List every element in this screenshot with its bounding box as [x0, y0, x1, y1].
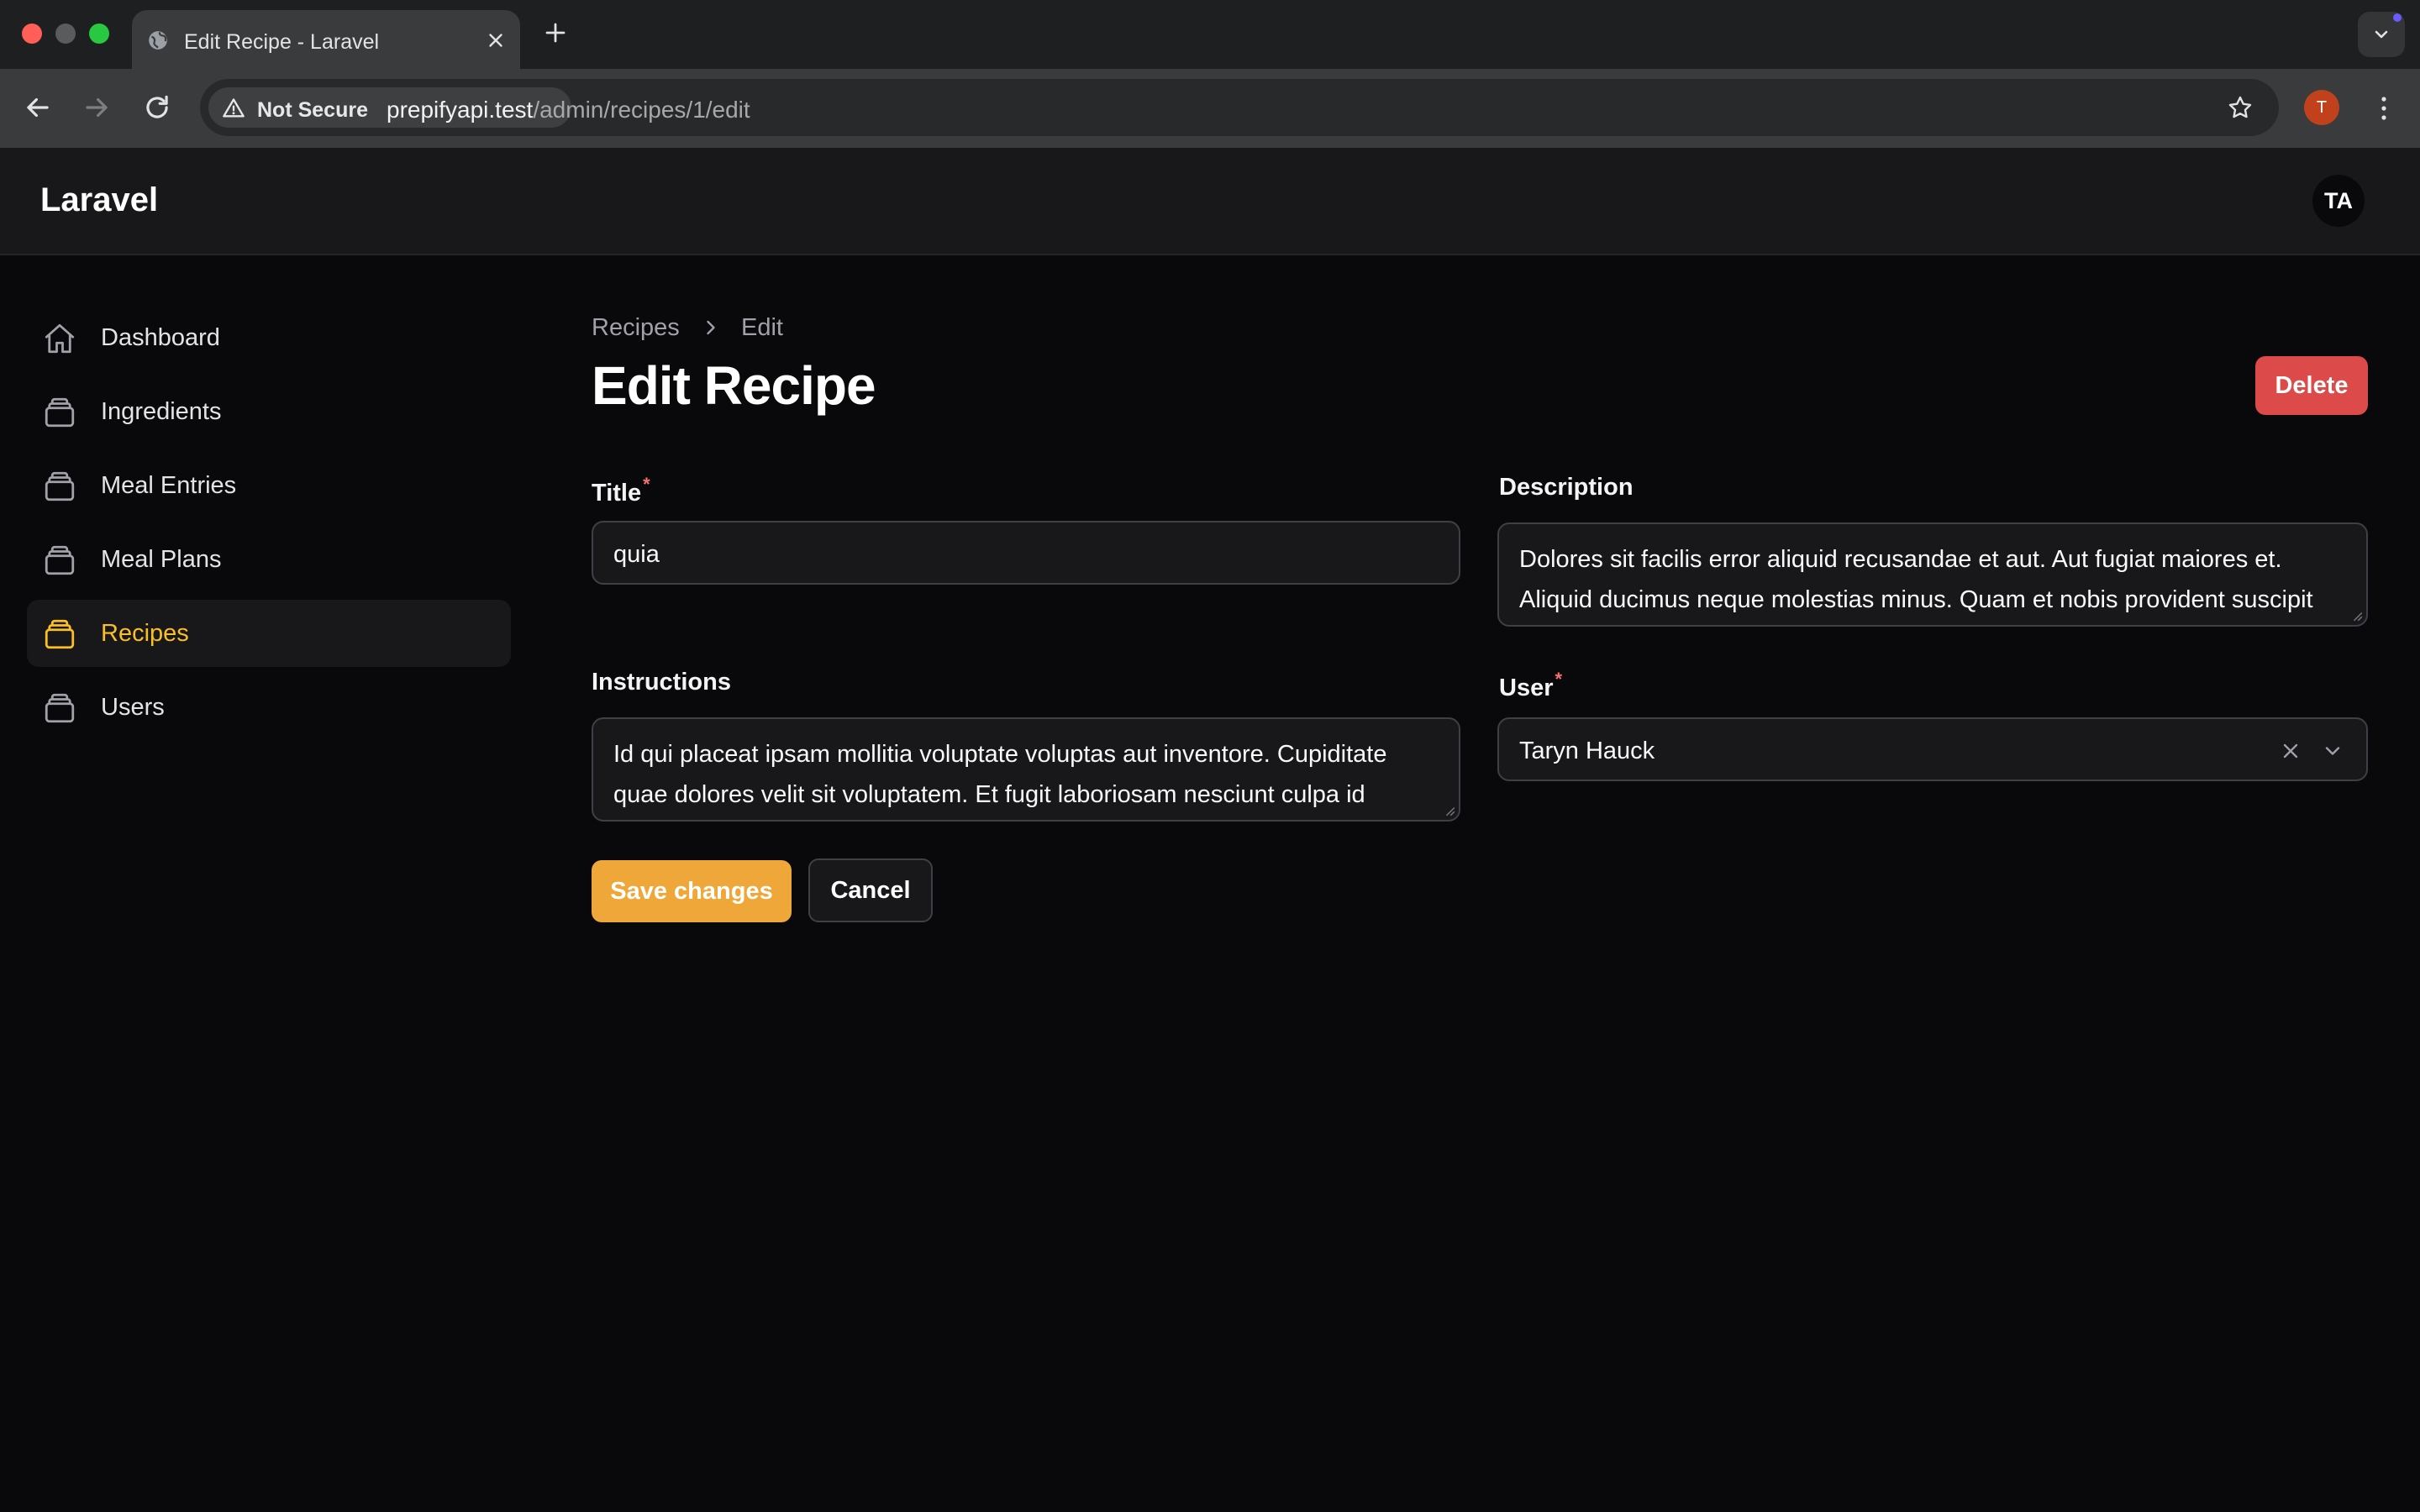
title-field-value: quia: [613, 541, 660, 568]
resize-handle-icon[interactable]: [1444, 805, 1455, 816]
delete-button[interactable]: Delete: [2255, 356, 2368, 415]
stack-icon: [45, 619, 75, 649]
brand-logo[interactable]: Laravel: [40, 181, 158, 219]
browser-tab-bar: Edit Recipe - Laravel: [0, 0, 2420, 69]
browser-profile-avatar[interactable]: T: [2304, 90, 2339, 125]
back-arrow-icon[interactable]: [22, 92, 54, 123]
app-header: Laravel TA: [0, 148, 2420, 255]
notification-dot: [2393, 13, 2402, 22]
sidebar-item-dashboard[interactable]: Dashboard: [27, 304, 511, 371]
user-select[interactable]: Taryn Hauck: [1497, 717, 2368, 781]
home-icon: [45, 323, 75, 354]
cancel-button[interactable]: Cancel: [808, 858, 933, 922]
stack-icon: [45, 693, 75, 723]
sidebar-item-label: Ingredients: [101, 398, 222, 425]
reload-icon[interactable]: [141, 92, 173, 123]
instructions-label: Instructions: [592, 669, 731, 696]
close-tab-icon[interactable]: [485, 29, 507, 51]
close-window-button[interactable]: [22, 24, 42, 44]
instructions-field[interactable]: Id qui placeat ipsam mollitia voluptate …: [592, 717, 1460, 822]
chevron-down-icon[interactable]: [2321, 739, 2344, 763]
breadcrumb-edit: Edit: [741, 314, 783, 341]
tab-title: Edit Recipe - Laravel: [184, 30, 380, 54]
required-marker: *: [1555, 669, 1563, 690]
description-field[interactable]: Dolores sit facilis error aliquid recusa…: [1497, 522, 2368, 627]
security-label: Not Secure: [257, 98, 368, 122]
title-field[interactable]: quia: [592, 521, 1460, 585]
tab-search-button[interactable]: [2358, 12, 2405, 57]
page-title: Edit Recipe: [592, 355, 876, 416]
bookmark-star-icon[interactable]: [2227, 94, 2254, 121]
sidebar-item-meal-plans[interactable]: Meal Plans: [27, 526, 511, 593]
sidebar-item-label: Dashboard: [101, 324, 220, 351]
sidebar-item-users[interactable]: Users: [27, 674, 511, 741]
sidebar-item-label: Meal Plans: [101, 546, 222, 573]
minimize-window-button[interactable]: [55, 24, 76, 44]
more-menu-icon[interactable]: [2371, 94, 2396, 123]
chevron-down-icon: [2375, 30, 2388, 39]
user-label: User*: [1499, 669, 1563, 701]
browser-tab[interactable]: Edit Recipe - Laravel: [132, 10, 520, 69]
url-text: prepifyapi.test/admin/recipes/1/edit: [387, 97, 750, 123]
clear-icon[interactable]: [2279, 739, 2302, 763]
user-avatar[interactable]: TA: [2312, 175, 2365, 227]
stack-icon: [45, 545, 75, 575]
description-label: Description: [1499, 474, 1634, 501]
stack-icon: [45, 471, 75, 501]
sidebar-item-meal-entries[interactable]: Meal Entries: [27, 452, 511, 519]
stack-icon: [45, 397, 75, 428]
resize-handle-icon[interactable]: [2351, 610, 2363, 622]
new-tab-icon[interactable]: [543, 20, 568, 45]
chevron-right-icon: [707, 320, 715, 335]
sidebar-item-recipes[interactable]: Recipes: [27, 600, 511, 667]
browser-toolbar: Not Secure prepifyapi.test/admin/recipes…: [0, 69, 2420, 148]
maximize-window-button[interactable]: [89, 24, 109, 44]
address-bar[interactable]: Not Secure prepifyapi.test/admin/recipes…: [200, 79, 2279, 136]
sidebar-item-label: Users: [101, 694, 165, 721]
required-marker: *: [643, 474, 650, 495]
breadcrumb-recipes[interactable]: Recipes: [592, 314, 680, 342]
forward-arrow-icon[interactable]: [81, 92, 113, 123]
user-select-value: Taryn Hauck: [1519, 738, 1655, 764]
sidebar-item-label: Recipes: [101, 620, 189, 647]
title-label: Title*: [592, 474, 650, 507]
sidebar-item-ingredients[interactable]: Ingredients: [27, 378, 511, 445]
instructions-field-value: Id qui placeat ipsam mollitia voluptate …: [613, 741, 1394, 808]
globe-icon: [149, 31, 167, 50]
sidebar-item-label: Meal Entries: [101, 472, 237, 499]
warning-icon: [223, 98, 245, 118]
save-changes-button[interactable]: Save changes: [592, 860, 792, 922]
description-field-value: Dolores sit facilis error aliquid recusa…: [1519, 546, 2313, 613]
sidebar: Dashboard Ingredients Meal Entries Meal …: [27, 304, 511, 748]
